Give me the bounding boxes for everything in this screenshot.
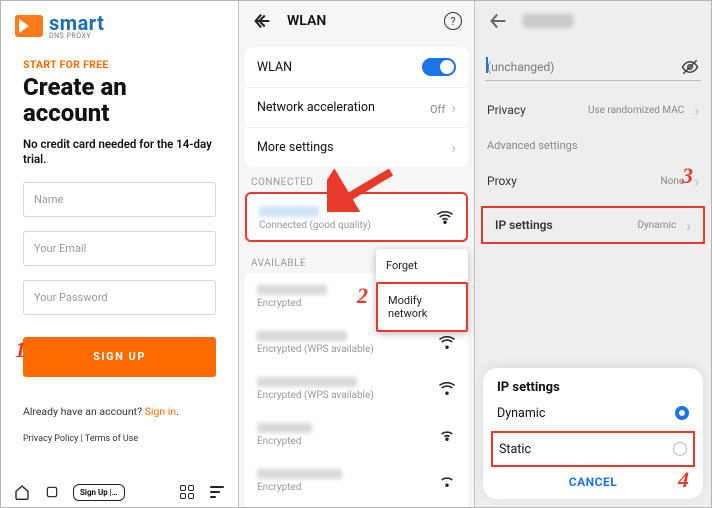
tabs-icon[interactable] (43, 483, 61, 501)
signup-button[interactable]: SIGN UP (23, 337, 216, 377)
browser-bottombar: Sign Up |… (1, 483, 238, 501)
cancel-button[interactable]: CANCEL (497, 467, 689, 491)
password-input[interactable] (485, 55, 701, 81)
radio-off-icon[interactable] (673, 442, 687, 456)
chevron-right-icon: › (451, 138, 456, 157)
modify-header (475, 1, 711, 41)
terms-link[interactable]: Terms of Use (85, 434, 138, 444)
email-field[interactable] (23, 231, 216, 266)
page-title: Create an account (23, 75, 216, 127)
back-icon[interactable] (487, 10, 509, 32)
wlan-title: WLAN (287, 13, 444, 29)
step-3-label: 3 (682, 163, 693, 189)
wlan-toggle[interactable] (422, 58, 456, 76)
network-row[interactable]: Encrypted (245, 457, 468, 503)
ssid-redacted (259, 206, 319, 217)
ssid-redacted (257, 469, 342, 479)
sheet-title: IP settings (497, 380, 689, 395)
advanced-settings-label: Advanced settings (475, 129, 711, 152)
menu-icon[interactable] (208, 483, 226, 501)
network-row[interactable]: Encrypted (WPS available) (245, 365, 468, 411)
brand-logo: smart DNS PROXY (1, 1, 238, 46)
ssid-redacted (257, 423, 312, 433)
static-option[interactable]: Static (491, 431, 695, 467)
wifi-lock-icon (438, 379, 456, 397)
ssid-redacted (257, 377, 357, 387)
ssid-redacted (257, 331, 347, 341)
wifi-lock-icon (438, 471, 456, 489)
wlan-toggle-row[interactable]: WLAN (245, 47, 468, 87)
page-subtitle: No credit card needed for the 14-day tri… (23, 137, 216, 168)
chevron-right-icon: › (694, 101, 699, 120)
network-row[interactable]: Encrypted (245, 411, 468, 457)
wifi-lock-icon (438, 425, 456, 443)
connection-status: Connected (good quality) (259, 220, 454, 231)
wifi-icon (436, 208, 454, 226)
legal-links: Privacy Policy | Terms of Use (23, 434, 216, 444)
password-input-wrap (485, 55, 701, 81)
signup-pane: smart DNS PROXY START FOR FREE Create an… (1, 1, 239, 507)
network-row[interactable]: Encrypted (WPS available) (245, 503, 468, 507)
step-1-label: 1 (15, 337, 26, 363)
forget-option[interactable]: Forget (376, 249, 468, 282)
radio-on-icon[interactable] (675, 406, 689, 420)
play-badge-icon (15, 15, 43, 37)
ip-settings-sheet: IP settings Dynamic Static CANCEL (483, 368, 703, 499)
name-field[interactable] (23, 182, 216, 217)
step-2-label: 2 (357, 283, 368, 309)
ssid-title-redacted (523, 14, 573, 28)
ssid-redacted (257, 285, 327, 295)
privacy-row[interactable]: Privacy Use randomized MAC› (475, 91, 711, 129)
wlan-options: WLAN Network acceleration Off› More sett… (245, 47, 468, 167)
apps-icon[interactable] (178, 483, 196, 501)
password-field[interactable] (23, 280, 216, 315)
wlan-header: WLAN ? (239, 1, 474, 41)
chevron-right-icon: › (686, 216, 691, 235)
signin-link[interactable]: Sign in (145, 405, 176, 418)
already-have-account: Already have an account? Sign in. (23, 405, 216, 418)
chevron-right-icon: › (451, 98, 456, 117)
privacy-link[interactable]: Privacy Policy (23, 434, 78, 444)
page-pill[interactable]: Sign Up |… (73, 484, 125, 501)
network-accel-row[interactable]: Network acceleration Off› (245, 87, 468, 127)
more-settings-row[interactable]: More settings › (245, 127, 468, 167)
back-arrow-icon[interactable] (251, 10, 273, 32)
wifi-lock-icon (438, 333, 456, 351)
text-cursor (486, 57, 488, 73)
modify-network-option[interactable]: Modify network (376, 282, 468, 332)
home-icon[interactable] (13, 483, 31, 501)
wlan-pane: WLAN ? WLAN Network acceleration Off› Mo… (239, 1, 475, 507)
step-4-label: 4 (678, 467, 689, 493)
network-context-menu: Forget Modify network (376, 249, 468, 332)
eye-off-icon[interactable] (681, 58, 699, 76)
start-for-free-label: START FOR FREE (23, 58, 216, 71)
ip-settings-row[interactable]: IP settings Dynamic› (481, 206, 705, 244)
chevron-right-icon: › (694, 172, 699, 191)
annotation-arrow-icon (327, 166, 397, 212)
proxy-row[interactable]: Proxy None› (475, 162, 711, 200)
help-icon[interactable]: ? (444, 12, 462, 30)
dynamic-option[interactable]: Dynamic (497, 395, 689, 431)
ip-settings-pane: Privacy Use randomized MAC› Advanced set… (475, 1, 711, 507)
